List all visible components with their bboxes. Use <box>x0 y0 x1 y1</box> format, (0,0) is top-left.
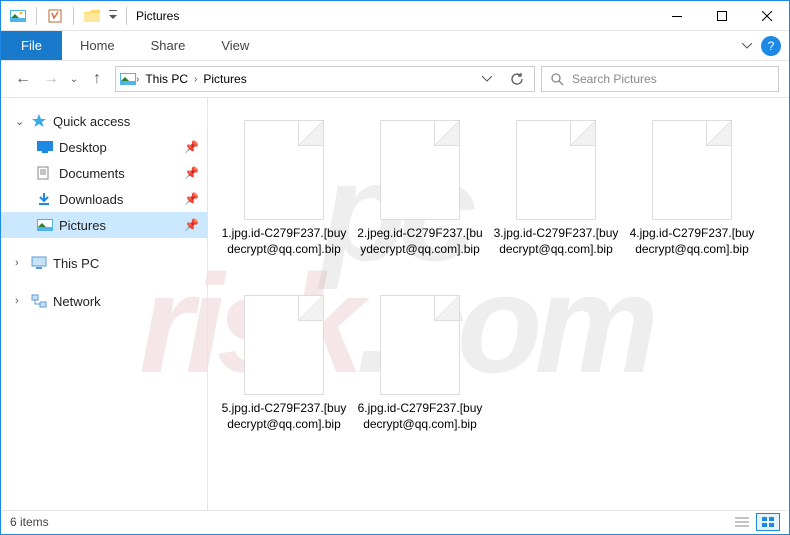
app-icon <box>7 5 29 27</box>
breadcrumb-root[interactable]: This PC <box>139 72 194 86</box>
sidebar-network[interactable]: › Network <box>1 288 207 314</box>
file-icon <box>516 120 596 220</box>
file-icon <box>380 295 460 395</box>
view-icons-button[interactable] <box>756 513 780 531</box>
sidebar-item-label: Documents <box>59 166 180 181</box>
address-dropdown-icon[interactable] <box>474 67 500 91</box>
sidebar: ⌄ Quick access Desktop 📌 Documents 📌 Dow… <box>1 98 208 512</box>
sidebar-this-pc[interactable]: › This PC <box>1 250 207 276</box>
back-button[interactable]: ← <box>11 67 35 91</box>
sidebar-item-label: This PC <box>53 256 207 271</box>
downloads-icon <box>37 192 55 206</box>
recent-dropdown-icon[interactable]: ⌄ <box>67 67 81 91</box>
pin-icon: 📌 <box>184 192 199 206</box>
sidebar-item-documents[interactable]: Documents 📌 <box>1 160 207 186</box>
file-name: 1.jpg.id-C279F237.[buydecrypt@qq.com].bi… <box>220 226 348 257</box>
desktop-icon <box>37 141 55 153</box>
address-bar[interactable]: › This PC › Pictures <box>115 66 535 92</box>
file-name: 5.jpg.id-C279F237.[buydecrypt@qq.com].bi… <box>220 401 348 432</box>
help-button[interactable]: ? <box>761 36 781 56</box>
pin-icon: 📌 <box>184 140 199 154</box>
network-icon <box>31 294 49 308</box>
file-name: 6.jpg.id-C279F237.[buydecrypt@qq.com].bi… <box>356 401 484 432</box>
sidebar-item-label: Pictures <box>59 218 180 233</box>
file-name: 2.jpeg.id-C279F237.[buydecrypt@qq.com].b… <box>356 226 484 257</box>
qat-dropdown-icon[interactable] <box>107 5 119 27</box>
search-icon <box>550 72 564 86</box>
forward-button[interactable]: → <box>39 67 63 91</box>
view-details-button[interactable] <box>730 513 754 531</box>
pin-icon: 📌 <box>184 166 199 180</box>
file-tab[interactable]: File <box>1 31 62 60</box>
pin-icon: 📌 <box>184 218 199 232</box>
expander-icon[interactable]: ⌄ <box>15 115 27 128</box>
refresh-button[interactable] <box>504 67 530 91</box>
qat-folder-icon[interactable] <box>81 5 103 27</box>
sidebar-item-label: Downloads <box>59 192 180 207</box>
file-item[interactable]: 4.jpg.id-C279F237.[buydecrypt@qq.com].bi… <box>624 112 760 287</box>
ribbon-collapse-icon[interactable] <box>739 38 755 54</box>
ribbon: File Home Share View ? <box>1 31 789 61</box>
ribbon-tab-home[interactable]: Home <box>62 31 133 60</box>
address-folder-icon <box>120 73 136 85</box>
pc-icon <box>31 256 49 270</box>
up-button[interactable]: ↑ <box>85 67 109 91</box>
breadcrumb-current[interactable]: Pictures <box>197 72 252 86</box>
sidebar-item-label: Desktop <box>59 140 180 155</box>
maximize-button[interactable] <box>699 1 744 30</box>
expander-icon[interactable]: › <box>15 295 27 307</box>
titlebar: Pictures <box>1 1 789 31</box>
sidebar-item-downloads[interactable]: Downloads 📌 <box>1 186 207 212</box>
file-icon <box>244 295 324 395</box>
documents-icon <box>37 166 55 180</box>
status-bar: 6 items <box>2 510 788 533</box>
sidebar-item-pictures[interactable]: Pictures 📌 <box>1 212 207 238</box>
file-item[interactable]: 6.jpg.id-C279F237.[buydecrypt@qq.com].bi… <box>352 287 488 462</box>
sidebar-item-desktop[interactable]: Desktop 📌 <box>1 134 207 160</box>
expander-icon[interactable]: › <box>15 257 27 269</box>
sidebar-item-label: Quick access <box>53 114 207 129</box>
sidebar-quick-access[interactable]: ⌄ Quick access <box>1 108 207 134</box>
file-icon <box>652 120 732 220</box>
ribbon-tab-share[interactable]: Share <box>133 31 204 60</box>
file-item[interactable]: 5.jpg.id-C279F237.[buydecrypt@qq.com].bi… <box>216 287 352 462</box>
file-item[interactable]: 3.jpg.id-C279F237.[buydecrypt@qq.com].bi… <box>488 112 624 287</box>
star-icon <box>31 113 49 129</box>
file-item[interactable]: 2.jpeg.id-C279F237.[buydecrypt@qq.com].b… <box>352 112 488 287</box>
pictures-icon <box>37 219 55 231</box>
search-input[interactable]: Search Pictures <box>541 66 779 92</box>
search-placeholder: Search Pictures <box>572 72 657 86</box>
file-name: 3.jpg.id-C279F237.[buydecrypt@qq.com].bi… <box>492 226 620 257</box>
window-title: Pictures <box>136 9 179 23</box>
sidebar-item-label: Network <box>53 294 207 309</box>
nav-row: ← → ⌄ ↑ › This PC › Pictures Search Pict… <box>1 61 789 98</box>
status-item-count: 6 items <box>10 515 49 529</box>
file-item[interactable]: 1.jpg.id-C279F237.[buydecrypt@qq.com].bi… <box>216 112 352 287</box>
minimize-button[interactable] <box>654 1 699 30</box>
file-icon <box>244 120 324 220</box>
qat-properties-icon[interactable] <box>44 5 66 27</box>
file-name: 4.jpg.id-C279F237.[buydecrypt@qq.com].bi… <box>628 226 756 257</box>
file-list[interactable]: 1.jpg.id-C279F237.[buydecrypt@qq.com].bi… <box>208 98 789 512</box>
file-icon <box>380 120 460 220</box>
ribbon-tab-view[interactable]: View <box>203 31 267 60</box>
close-button[interactable] <box>744 1 789 30</box>
